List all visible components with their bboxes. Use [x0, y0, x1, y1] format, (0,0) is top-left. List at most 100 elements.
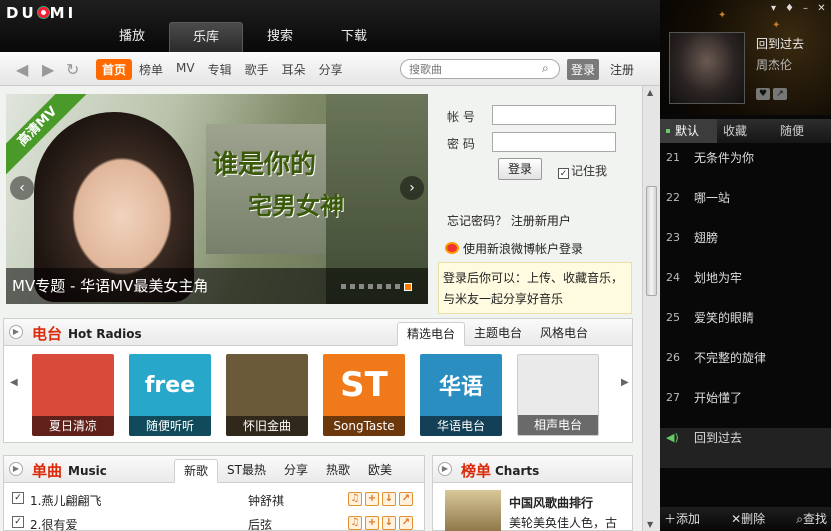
pager-dot[interactable] — [350, 284, 355, 289]
arrow-right-icon[interactable]: ▶ — [42, 60, 54, 79]
song-row[interactable]: ✓ 2.很有爱 后弦 ♫ + ↓ ↗ — [12, 513, 422, 531]
password-input[interactable] — [492, 132, 616, 152]
radio-tile[interactable]: 夏日清凉 — [32, 354, 114, 436]
playlist-item[interactable]: 22 哪一站 — [660, 188, 831, 228]
download-icon[interactable]: ↓ — [382, 492, 396, 506]
add-icon[interactable]: + — [365, 492, 379, 506]
tab-play[interactable]: 播放 — [95, 22, 169, 52]
chart-thumbnail[interactable] — [445, 490, 501, 531]
account-input[interactable] — [492, 105, 616, 125]
share-icon[interactable]: ↗ — [773, 88, 787, 100]
delete-button[interactable]: ✕删除 — [731, 507, 765, 531]
forgot-password-link[interactable]: 忘记密码？ — [447, 214, 507, 228]
pager-dot[interactable] — [386, 284, 391, 289]
download-icon[interactable]: ↓ — [382, 516, 396, 530]
find-button[interactable]: ⌕查找 — [796, 507, 827, 531]
tab-search[interactable]: 搜索 — [243, 22, 317, 52]
radio-tile[interactable]: 华语 华语电台 — [420, 354, 502, 436]
song-title[interactable]: 2.很有爱 — [30, 516, 77, 531]
arrow-left-icon[interactable]: ◀ — [16, 60, 28, 79]
radio-tile[interactable]: 相声电台 — [517, 354, 599, 436]
add-button[interactable]: ＋添加 — [664, 507, 700, 531]
scroll-up-icon[interactable]: ▲ — [647, 88, 653, 97]
nav-mv[interactable]: MV — [170, 59, 201, 80]
check-icon[interactable]: ✓ — [12, 492, 24, 504]
song-artist[interactable]: 钟舒祺 — [248, 492, 284, 509]
heart-icon[interactable]: ♥ — [756, 88, 770, 100]
tab-theme-radio[interactable]: 主题电台 — [465, 322, 531, 346]
register-new-link[interactable]: 注册新用户 — [511, 214, 571, 228]
tab-download[interactable]: 下载 — [317, 22, 391, 52]
check-icon[interactable]: ✓ — [12, 516, 24, 528]
minimize-icon[interactable]: – — [800, 4, 811, 15]
close-icon[interactable]: ✕ — [816, 4, 827, 15]
pager-dot[interactable] — [368, 284, 373, 289]
pager-dot[interactable] — [359, 284, 364, 289]
scroll-thumb[interactable] — [646, 186, 657, 296]
pager-dot[interactable] — [377, 284, 382, 289]
top-register-link[interactable]: 注册 — [610, 61, 634, 78]
refresh-icon[interactable]: ↻ — [66, 60, 79, 79]
search-icon[interactable]: ⌕ — [542, 61, 549, 76]
radio-next-icon[interactable]: ▶ — [621, 377, 629, 388]
mv-banner[interactable]: 高清MV 谁是你的 宅男女神 ‹ › MV专题 - 华语MV最美女主角 — [6, 94, 428, 304]
tab-new-songs[interactable]: 新歌 — [174, 459, 219, 483]
collapse-arrow-icon[interactable]: ▶ — [9, 462, 23, 476]
tab-random[interactable]: 随便 — [774, 119, 831, 143]
radio-tile[interactable]: 怀旧金曲 — [226, 354, 308, 436]
tab-style-radio[interactable]: 风格电台 — [531, 322, 597, 346]
radio-tile[interactable]: free 随便听听 — [129, 354, 211, 436]
collapse-arrow-icon[interactable]: ▶ — [9, 325, 23, 339]
tab-default-list[interactable]: 默认 — [660, 119, 717, 143]
banner-headline-2: 宅男女神 — [248, 192, 344, 220]
song-title[interactable]: 1.燕儿翩翩飞 — [30, 492, 101, 509]
radio-tile[interactable]: ST SongTaste — [323, 354, 405, 436]
scroll-down-icon[interactable]: ▼ — [647, 520, 653, 529]
tab-hot-songs[interactable]: 热歌 — [317, 459, 359, 483]
playlist-item[interactable]: 24 划地为牢 — [660, 268, 831, 308]
share-icon[interactable]: ↗ — [399, 492, 413, 506]
login-button[interactable]: 登录 — [498, 158, 542, 180]
playlist-item[interactable]: 21 无条件为你 — [660, 148, 831, 188]
nav-ears[interactable]: 耳朵 — [276, 59, 312, 80]
tab-library[interactable]: 乐库 — [169, 22, 243, 52]
album-cover[interactable] — [669, 32, 745, 104]
song-artist[interactable]: 后弦 — [248, 516, 272, 531]
banner-prev-icon[interactable]: ‹ — [10, 176, 34, 200]
tab-featured-radio[interactable]: 精选电台 — [397, 322, 466, 346]
listen-icon[interactable]: ♫ — [348, 516, 362, 530]
pager-dot[interactable] — [395, 284, 400, 289]
tab-share[interactable]: 分享 — [275, 459, 317, 483]
skin-icon[interactable]: ♦ — [784, 4, 795, 15]
playlist-item[interactable]: 25 爱笑的眼睛 — [660, 308, 831, 348]
dropdown-icon[interactable]: ▾ — [768, 4, 779, 15]
playlist-item[interactable]: 27 开始懂了 — [660, 388, 831, 428]
share-icon[interactable]: ↗ — [399, 516, 413, 530]
weibo-login-link[interactable]: 使用新浪微博帐户登录 — [445, 240, 583, 257]
nav-charts[interactable]: 榜单 — [133, 59, 169, 80]
now-playing-artist[interactable]: 周杰伦 — [756, 56, 792, 73]
tab-western[interactable]: 欧美 — [359, 459, 401, 483]
banner-next-icon[interactable]: › — [400, 176, 424, 200]
playlist-item[interactable]: 23 翅膀 — [660, 228, 831, 268]
tab-favorites[interactable]: 收藏 — [717, 119, 774, 143]
nav-artists[interactable]: 歌手 — [239, 59, 275, 80]
playlist-item-playing[interactable]: ◀) 回到过去 — [660, 428, 831, 468]
collapse-arrow-icon[interactable]: ▶ — [438, 462, 452, 476]
search-input[interactable] — [400, 59, 560, 79]
pager-dot[interactable] — [341, 284, 346, 289]
song-row[interactable]: ✓ 1.燕儿翩翩飞 钟舒祺 ♫ + ↓ ↗ — [12, 489, 422, 511]
add-icon[interactable]: + — [365, 516, 379, 530]
chart-item-title[interactable]: 中国风歌曲排行 — [509, 494, 593, 511]
nav-albums[interactable]: 专辑 — [202, 59, 238, 80]
tab-st-hot[interactable]: ST最热 — [218, 459, 275, 483]
playlist-item[interactable]: 26 不完整的旋律 — [660, 348, 831, 388]
content-scrollbar[interactable]: ▲ ▼ — [642, 86, 660, 531]
nav-home[interactable]: 首页 — [96, 59, 133, 80]
listen-icon[interactable]: ♫ — [348, 492, 362, 506]
top-login-button[interactable]: 登录 — [567, 59, 600, 80]
nav-share[interactable]: 分享 — [313, 59, 349, 80]
radio-prev-icon[interactable]: ◀ — [10, 377, 18, 388]
pager-dot[interactable] — [404, 283, 412, 291]
remember-me-checkbox[interactable]: ✓ 记住我 — [558, 162, 607, 179]
